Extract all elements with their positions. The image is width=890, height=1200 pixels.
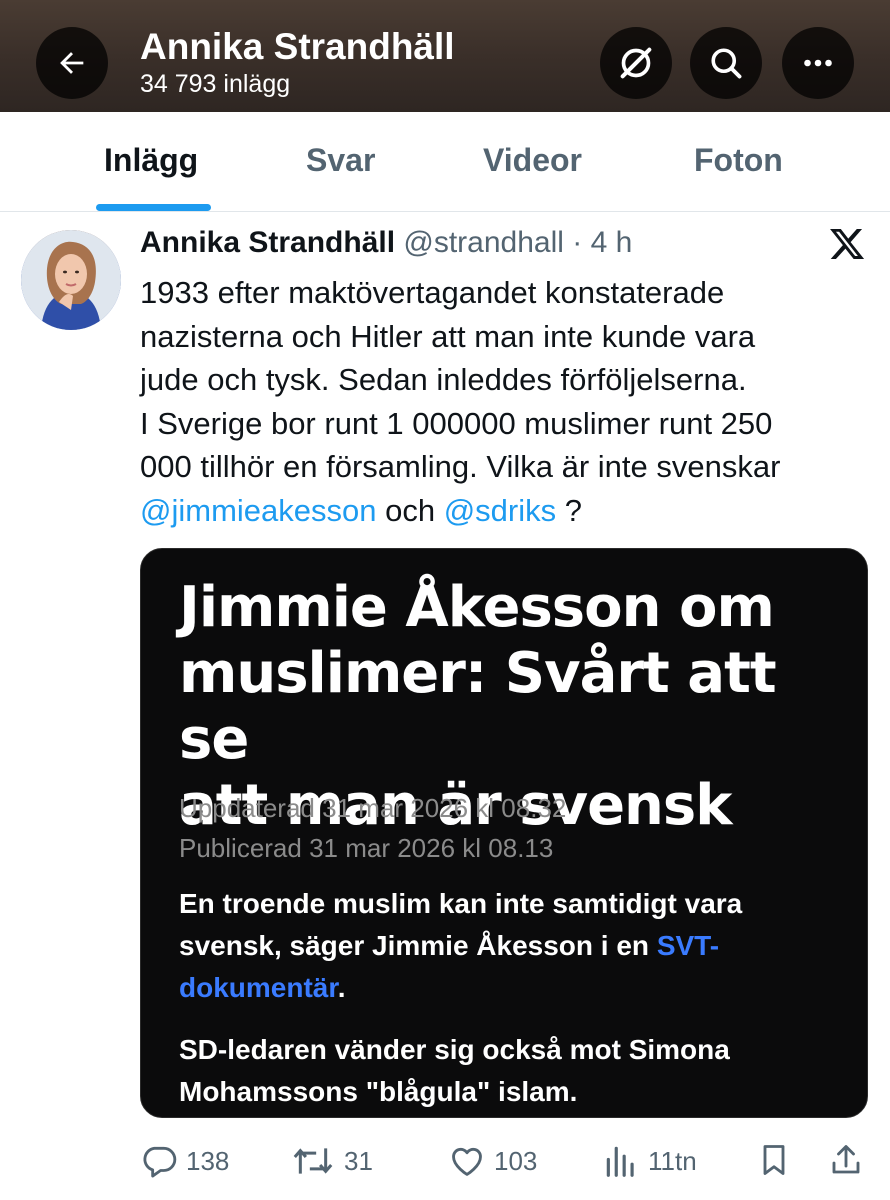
media-headline-line: muslimer: Svårt att se [179,641,777,772]
media-published-date: Publicerad 31 mar 2026 kl 08.13 [179,833,554,863]
like-count: 103 [494,1145,538,1176]
active-tab-indicator [96,204,211,211]
repost-icon [293,1148,333,1174]
like-icon [452,1147,482,1176]
author-name[interactable]: Annika Strandhäll [140,226,395,259]
post-trailing: ? [556,492,582,528]
views-button[interactable]: 11tn [602,1142,697,1180]
reply-button[interactable]: 138 [140,1142,229,1180]
avatar[interactable] [21,230,121,330]
views-count: 11tn [648,1145,697,1176]
post-author-line: Annika Strandhäll @strandhall · 4 h [140,226,632,260]
media-headline-line: Jimmie Åkesson om [179,575,775,640]
more-button[interactable] [782,27,854,99]
avatar-image [21,230,121,330]
tab-videor[interactable]: Videor [483,142,582,179]
share-button[interactable] [828,1142,864,1178]
grok-icon [620,47,652,79]
post-text-mentions-line: @jimmieakesson och @sdriks ? [140,489,870,533]
x-logo-icon [830,228,865,260]
media-updated-date: Uppdaterad 31 mar 2026 kl 08.32 [179,793,567,823]
media-second-paragraph: SD-ledaren vänder sig också mot Simona M… [179,1034,730,1107]
back-arrow-icon [60,52,84,74]
bookmark-icon [763,1145,785,1175]
post-text-line: I Sverige bor runt 1 000000 muslimer run… [140,405,773,441]
media-lead-paragraph: En troende muslim kan inte samtidigt var… [179,883,849,1009]
tab-svar[interactable]: Svar [306,142,375,179]
grok-button[interactable] [600,27,672,99]
post-time[interactable]: · 4 h [564,226,632,259]
media-lead-end: . [337,972,346,1003]
reply-icon [143,1146,177,1178]
post-text-line: 1933 efter maktövertagandet konstaterade [140,275,725,310]
mention-sdriks[interactable]: @sdriks [444,493,556,528]
profile-header: Annika Strandhäll 34 793 inlägg [0,0,890,112]
tab-foton[interactable]: Foton [694,142,783,179]
header-post-count: 34 793 inlägg [140,70,291,98]
back-button[interactable] [36,27,108,99]
header-title: Annika Strandhäll [140,26,455,67]
post-action-bar: 138 31 103 11tn [0,1130,890,1190]
post-text-line: jude och tysk. Sedan inleddes förföljels… [140,362,747,397]
like-button[interactable]: 103 [448,1142,537,1180]
search-icon [711,48,742,79]
tab-inlagg[interactable]: Inlägg [104,142,198,179]
repost-count: 31 [344,1145,373,1176]
repost-button[interactable]: 31 [290,1142,373,1180]
search-button[interactable] [690,27,762,99]
post-text-line: 000 tillhör en församling. Vilka är inte… [140,449,781,484]
views-icon [606,1146,634,1177]
author-handle[interactable]: @strandhall [403,226,564,259]
post-text-line: nazisterna och Hitler att man inte kunde… [140,318,756,354]
more-icon [804,59,832,67]
post-text: 1933 efter maktövertagandet konstaterade… [140,271,870,532]
reply-count: 138 [186,1145,230,1176]
mention-jimmieakesson[interactable]: @jimmieakesson [140,493,376,528]
mention-joiner: och [376,492,444,528]
share-icon [832,1145,860,1174]
post-media-image[interactable]: Jimmie Åkesson om muslimer: Svårt att se… [140,548,868,1118]
profile-tabs: Inlägg Svar Videor Foton [0,112,890,212]
bookmark-button[interactable] [756,1142,792,1178]
